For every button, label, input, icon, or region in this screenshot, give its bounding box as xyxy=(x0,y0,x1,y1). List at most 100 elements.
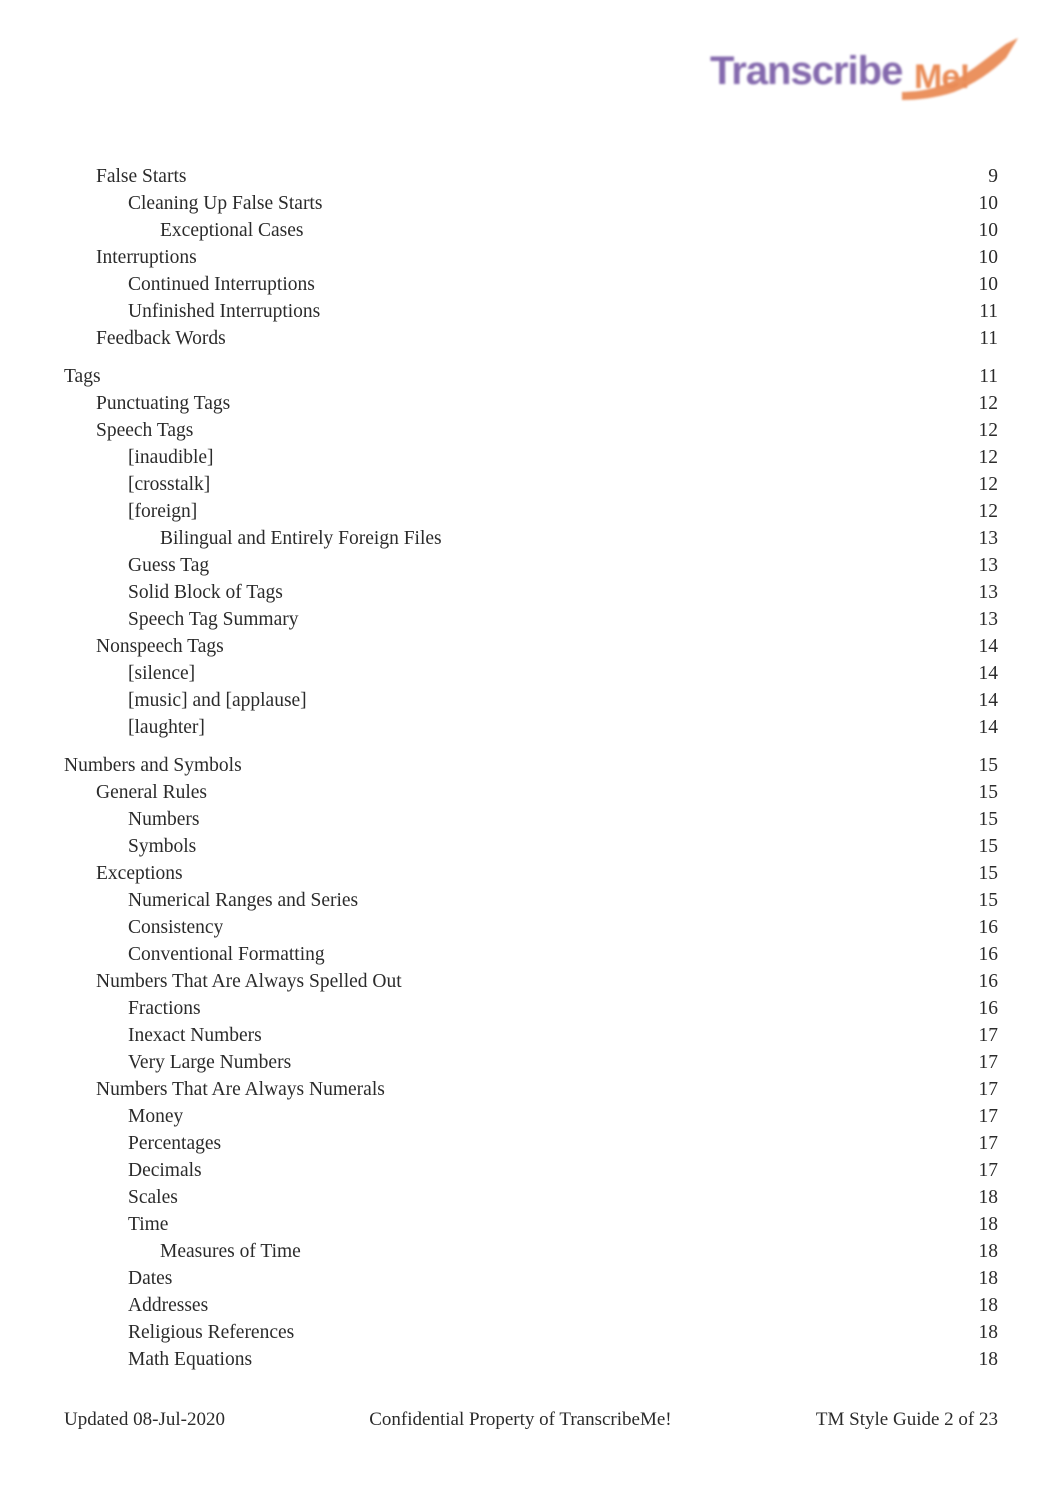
toc-entry-page-number: 14 xyxy=(978,717,999,738)
toc-entry[interactable]: Numbers That Are Always Spelled Out 16 xyxy=(64,968,998,995)
toc-entry[interactable]: Conventional Formatting 16 xyxy=(64,941,998,968)
toc-entry-page-number: 11 xyxy=(979,328,998,349)
toc-entry-title: False Starts xyxy=(96,166,187,187)
toc-entry-page-number: 15 xyxy=(978,863,999,884)
transcribeme-logo: Transcribe Me! xyxy=(706,36,1026,108)
toc-entry[interactable]: Tags 11 xyxy=(64,363,998,390)
footer-confidential: Confidential Property of TranscribeMe! xyxy=(369,1409,672,1430)
toc-entry-page-number: 18 xyxy=(978,1187,999,1208)
toc-entry-page-number: 16 xyxy=(978,971,999,992)
toc-entry[interactable]: Decimals 17 xyxy=(64,1157,998,1184)
toc-entry[interactable]: Unfinished Interruptions 11 xyxy=(64,298,998,325)
toc-entry[interactable]: [foreign] 12 xyxy=(64,498,998,525)
toc-entry-page-number: 12 xyxy=(978,420,999,441)
toc-entry[interactable]: Feedback Words 11 xyxy=(64,325,998,352)
toc-entry-page-number: 17 xyxy=(978,1160,999,1181)
toc-entry[interactable]: Scales 18 xyxy=(64,1184,998,1211)
toc-entry-title: Continued Interruptions xyxy=(128,274,315,295)
toc-entry-title: Feedback Words xyxy=(96,328,226,349)
toc-entry-title: [music] and [applause] xyxy=(128,690,307,711)
toc-entry[interactable]: Percentages 17 xyxy=(64,1130,998,1157)
toc-entry[interactable]: [silence] 14 xyxy=(64,660,998,687)
toc-entry-title: Numbers and Symbols xyxy=(64,755,242,776)
toc-entry[interactable]: Numbers and Symbols 15 xyxy=(64,752,998,779)
toc-entry[interactable]: Solid Block of Tags 13 xyxy=(64,579,998,606)
toc-entry-title: Punctuating Tags xyxy=(96,393,231,414)
toc-entry[interactable]: Speech Tags 12 xyxy=(64,417,998,444)
toc-entry-title: Numbers That Are Always Spelled Out xyxy=(96,971,402,992)
toc-entry-page-number: 10 xyxy=(978,193,999,214)
toc-entry-title: Guess Tag xyxy=(128,555,210,576)
toc-entry-title: Percentages xyxy=(128,1133,222,1154)
toc-entry[interactable]: Time 18 xyxy=(64,1211,998,1238)
toc-entry[interactable]: Consistency 16 xyxy=(64,914,998,941)
toc-entry-page-number: 13 xyxy=(978,528,999,549)
toc-entry-title: Exceptions xyxy=(96,863,183,884)
toc-entry-title: Unfinished Interruptions xyxy=(128,301,321,322)
toc-entry[interactable]: Speech Tag Summary 13 xyxy=(64,606,998,633)
toc-entry-page-number: 18 xyxy=(978,1322,999,1343)
footer-updated: Updated 08-Jul-2020 xyxy=(64,1409,225,1430)
toc-entry[interactable]: Symbols 15 xyxy=(64,833,998,860)
toc-entry-page-number: 18 xyxy=(978,1214,999,1235)
toc-entry-page-number: 15 xyxy=(978,890,999,911)
toc-entry[interactable]: Numbers That Are Always Numerals 17 xyxy=(64,1076,998,1103)
toc-entry-title: Money xyxy=(128,1106,184,1127)
toc-entry[interactable]: General Rules 15 xyxy=(64,779,998,806)
toc-entry[interactable]: Bilingual and Entirely Foreign Files 13 xyxy=(64,525,998,552)
toc-entry[interactable]: Addresses 18 xyxy=(64,1292,998,1319)
toc-entry-title: Nonspeech Tags xyxy=(96,636,224,657)
toc-entry-title: Decimals xyxy=(128,1160,202,1181)
toc-entry[interactable]: [crosstalk] 12 xyxy=(64,471,998,498)
toc-entry-page-number: 13 xyxy=(978,555,999,576)
toc-entry-title: General Rules xyxy=(96,782,208,803)
toc-entry-title: Interruptions xyxy=(96,247,197,268)
transcribeme-logo-icon: Transcribe Me! xyxy=(710,38,1018,100)
toc-entry[interactable]: Religious References 18 xyxy=(64,1319,998,1346)
toc-entry-title: [crosstalk] xyxy=(128,474,211,495)
toc-entry-page-number: 10 xyxy=(978,220,999,241)
toc-entry[interactable]: [inaudible] 12 xyxy=(64,444,998,471)
toc-entry[interactable]: Punctuating Tags 12 xyxy=(64,390,998,417)
toc-entry[interactable]: Nonspeech Tags 14 xyxy=(64,633,998,660)
toc-entry-page-number: 10 xyxy=(978,274,999,295)
toc-entry[interactable]: Dates 18 xyxy=(64,1265,998,1292)
toc-entry-page-number: 17 xyxy=(978,1052,999,1073)
toc-entry-title: [foreign] xyxy=(128,501,198,522)
toc-entry-page-number: 17 xyxy=(978,1079,999,1100)
toc-entry[interactable]: [laughter] 14 xyxy=(64,714,998,741)
toc-entry-title: Numbers That Are Always Numerals xyxy=(96,1079,385,1100)
toc-entry[interactable]: Exceptions 15 xyxy=(64,860,998,887)
toc-entry-page-number: 13 xyxy=(978,609,999,630)
toc-entry-title: Exceptional Cases xyxy=(160,220,304,241)
toc-entry-page-number: 15 xyxy=(978,809,999,830)
toc-entry[interactable]: Numbers 15 xyxy=(64,806,998,833)
toc-entry-page-number: 18 xyxy=(978,1295,999,1316)
toc-entry[interactable]: Inexact Numbers 17 xyxy=(64,1022,998,1049)
toc-entry[interactable]: Math Equations 18 xyxy=(64,1346,998,1373)
toc-entry-page-number: 12 xyxy=(978,393,999,414)
toc-entry[interactable]: Interruptions 10 xyxy=(64,244,998,271)
toc-entry-page-number: 17 xyxy=(978,1133,999,1154)
toc-entry[interactable]: Continued Interruptions 10 xyxy=(64,271,998,298)
toc-entry[interactable]: Money 17 xyxy=(64,1103,998,1130)
toc-entry[interactable]: [music] and [applause] 14 xyxy=(64,687,998,714)
page-header: Transcribe Me! xyxy=(0,0,1062,130)
toc-entry[interactable]: Cleaning Up False Starts 10 xyxy=(64,190,998,217)
toc-entry[interactable]: Measures of Time 18 xyxy=(64,1238,998,1265)
toc-entry-title: Measures of Time xyxy=(160,1241,301,1262)
toc-entry-page-number: 16 xyxy=(978,944,999,965)
toc-entry[interactable]: Guess Tag 13 xyxy=(64,552,998,579)
toc-entry[interactable]: Exceptional Cases 10 xyxy=(64,217,998,244)
toc-entry[interactable]: Very Large Numbers 17 xyxy=(64,1049,998,1076)
toc-entry-title: Solid Block of Tags xyxy=(128,582,283,603)
toc-entry-page-number: 14 xyxy=(978,663,999,684)
toc-entry-title: Conventional Formatting xyxy=(128,944,325,965)
toc-entry-title: Consistency xyxy=(128,917,224,938)
toc-entry-title: Scales xyxy=(128,1187,178,1208)
toc-entry-page-number: 12 xyxy=(978,474,999,495)
toc-entry[interactable]: Fractions 16 xyxy=(64,995,998,1022)
toc-entry-title: [silence] xyxy=(128,663,196,684)
toc-entry[interactable]: False Starts 9 xyxy=(64,163,998,190)
toc-entry[interactable]: Numerical Ranges and Series 15 xyxy=(64,887,998,914)
